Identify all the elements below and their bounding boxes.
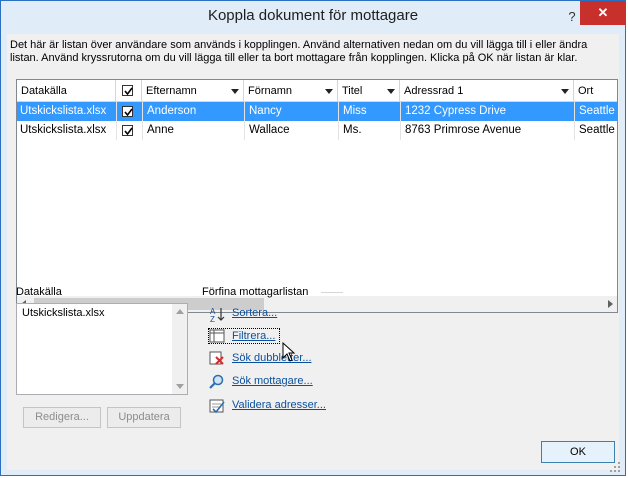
vertical-scrollbar[interactable] xyxy=(172,304,187,394)
cell-source: Utskickslista.xlsx xyxy=(20,105,107,117)
find-duplicates-link[interactable]: Sök dubbletter... xyxy=(232,352,312,364)
find-recipient-link[interactable]: Sök mottagare... xyxy=(232,375,313,387)
ok-button[interactable]: OK xyxy=(541,441,615,463)
mouse-cursor-icon xyxy=(282,342,296,362)
column-header-lastname[interactable]: Efternamn xyxy=(142,80,244,102)
cell-source: Utskickslista.xlsx xyxy=(20,124,107,136)
title-bar: Koppla dokument för mottagare ? ✕ xyxy=(1,1,626,34)
scroll-right-icon[interactable] xyxy=(608,300,613,308)
sort-icon: A Z xyxy=(210,307,225,322)
scroll-up-icon[interactable] xyxy=(176,309,184,314)
cell-address: 8763 Primrose Avenue xyxy=(405,124,522,136)
section-separator xyxy=(321,292,343,293)
datasource-list[interactable]: Utskickslista.xlsx xyxy=(16,303,188,395)
table-row[interactable]: Utskickslista.xlsx Anderson Nancy Miss 1… xyxy=(17,102,617,121)
checkmark-icon xyxy=(124,127,133,136)
cell-firstname: Nancy xyxy=(249,105,282,117)
chevron-down-icon[interactable] xyxy=(231,89,239,94)
svg-text:Z: Z xyxy=(210,315,215,322)
chevron-down-icon[interactable] xyxy=(561,89,569,94)
column-header-address[interactable]: Adressrad 1 xyxy=(400,80,574,102)
column-header-firstname[interactable]: Förnamn xyxy=(244,80,338,102)
cell-title: Ms. xyxy=(343,124,362,136)
grid-divider xyxy=(142,102,143,140)
cell-lastname: Anderson xyxy=(147,105,197,117)
grid-divider xyxy=(244,102,245,140)
column-header-datasource[interactable]: Datakälla xyxy=(17,80,116,102)
cell-city: Seattle xyxy=(579,105,615,117)
find-duplicates-icon xyxy=(209,351,224,365)
resize-grip-icon[interactable] xyxy=(609,461,621,473)
checkmark-icon xyxy=(124,108,133,117)
mail-merge-recipients-dialog: Koppla dokument för mottagare ? ✕ Det hä… xyxy=(0,0,626,476)
grid-divider xyxy=(400,102,401,140)
grid-divider xyxy=(574,102,575,140)
grid-divider xyxy=(116,102,117,140)
filter-link[interactable]: Filtrera... xyxy=(232,330,275,342)
datasource-section-label: Datakälla xyxy=(16,286,62,298)
recipient-checkbox[interactable] xyxy=(122,106,133,117)
column-header-city[interactable]: Ort xyxy=(574,80,617,102)
recipients-grid[interactable]: Datakälla Efternamn Förnamn Titel Adress… xyxy=(16,79,618,313)
chevron-down-icon[interactable] xyxy=(387,89,395,94)
table-row[interactable]: Utskickslista.xlsx Anne Wallace Ms. 8763… xyxy=(17,121,617,140)
validate-addresses-link[interactable]: Validera adresser... xyxy=(232,399,326,411)
search-icon xyxy=(209,374,224,389)
scroll-down-icon[interactable] xyxy=(176,384,184,389)
validate-addresses-icon xyxy=(209,399,225,414)
window-title: Koppla dokument för mottagare xyxy=(207,7,419,24)
cell-address: 1232 Cypress Drive xyxy=(405,105,506,117)
refine-section-label: Förfina mottagarlistan xyxy=(202,286,309,298)
checkmark-icon xyxy=(124,87,133,96)
column-header-check[interactable] xyxy=(116,80,142,102)
cell-firstname: Wallace xyxy=(249,124,290,136)
refresh-button[interactable]: Uppdatera xyxy=(107,407,181,428)
select-all-checkbox[interactable] xyxy=(122,85,133,96)
cell-city: Seattle xyxy=(579,124,615,136)
edit-button[interactable]: Redigera... xyxy=(23,407,101,428)
dialog-content: Det här är listan över användare som anv… xyxy=(7,34,619,470)
list-item[interactable]: Utskickslista.xlsx xyxy=(22,307,105,319)
cell-lastname: Anne xyxy=(147,124,174,136)
instructions-text: Det här är listan över användare som anv… xyxy=(10,39,588,64)
cell-title: Miss xyxy=(343,105,367,117)
recipient-checkbox[interactable] xyxy=(122,125,133,136)
grid-divider xyxy=(338,102,339,140)
column-header-title[interactable]: Titel xyxy=(338,80,400,102)
sort-link[interactable]: Sortera... xyxy=(232,307,277,319)
close-button[interactable]: ✕ xyxy=(580,1,626,25)
chevron-down-icon[interactable] xyxy=(325,89,333,94)
